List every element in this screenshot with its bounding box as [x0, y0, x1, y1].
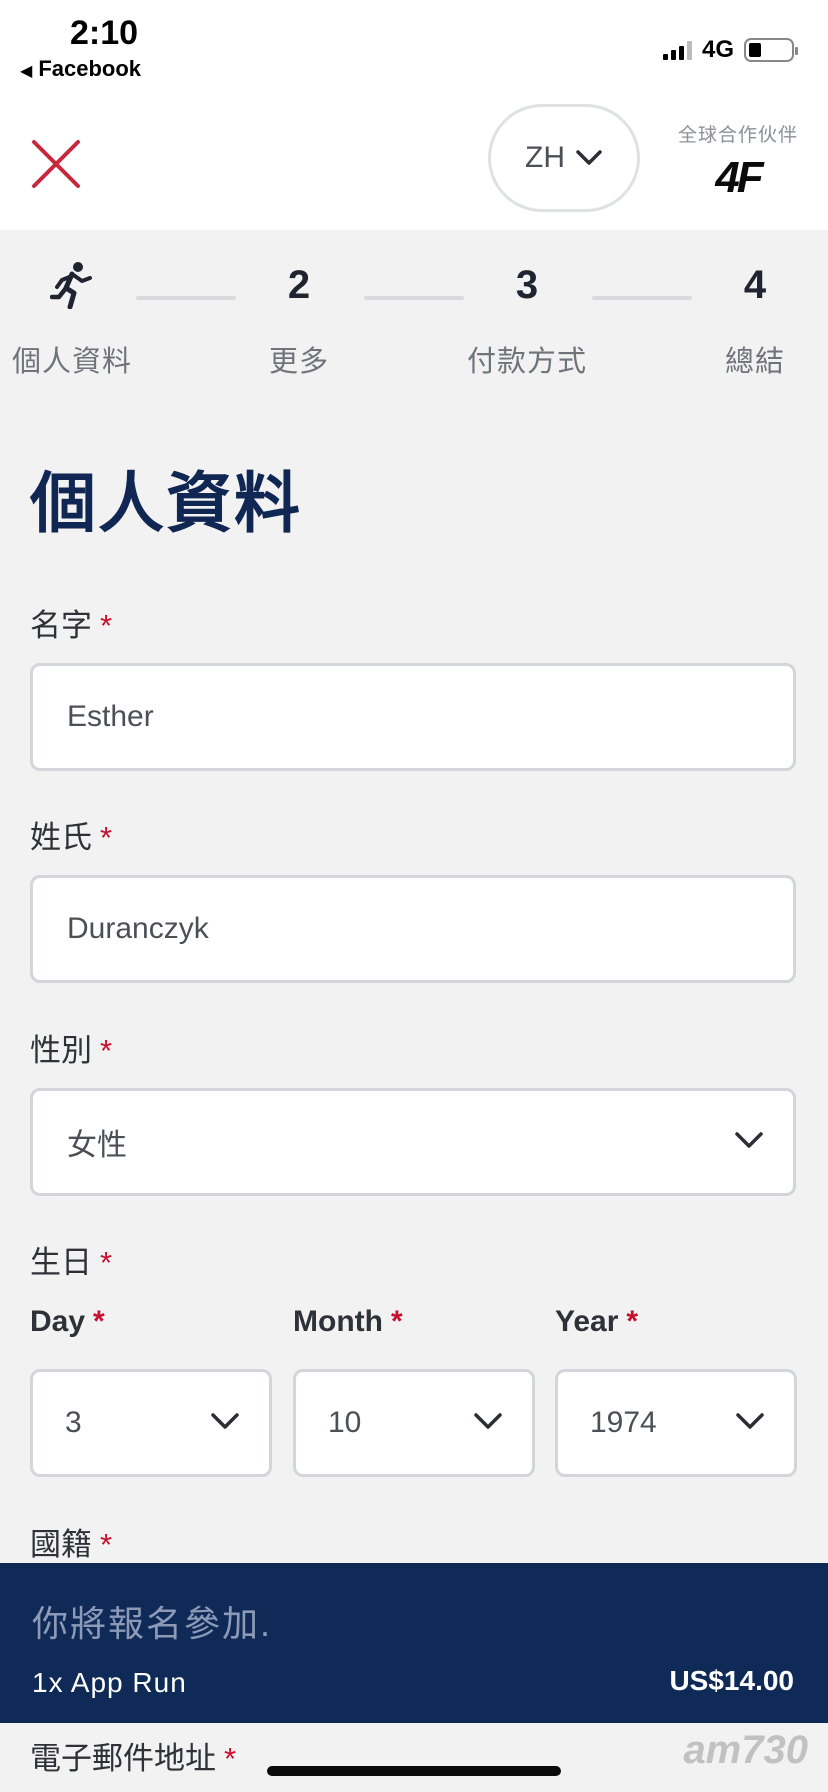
close-icon [32, 140, 80, 188]
progress-stepper: 個人資料 2 更多 3 付款方式 4 總結 [0, 230, 828, 400]
day-label: Day * [30, 1305, 105, 1338]
partner-logo: 4F [715, 153, 763, 202]
step-number: 4 [743, 262, 767, 307]
month-select[interactable]: 10 [293, 1369, 535, 1477]
summary-item: 1x App Run [32, 1667, 187, 1698]
status-indicators: 4G [662, 36, 798, 64]
step-number: 2 [287, 262, 311, 307]
header: ZH 全球合作伙伴 4F [0, 88, 828, 230]
summary-price: US$14.00 [669, 1665, 794, 1696]
chevron-down-icon [211, 1413, 239, 1429]
chevron-down-icon [474, 1413, 502, 1429]
required-mark: * [100, 1527, 113, 1562]
month-value: 10 [328, 1406, 362, 1439]
last-name-label: 姓氏 * [30, 820, 113, 855]
email-label: 電子郵件地址 * [30, 1741, 237, 1776]
back-app-label: Facebook [38, 56, 142, 81]
step-payment[interactable]: 3 付款方式 [447, 260, 607, 380]
page-title: 個人資料 [30, 466, 302, 540]
status-time: 2:10 [70, 14, 139, 52]
gender-value: 女性 [67, 1129, 127, 1162]
required-mark: * [626, 1305, 639, 1338]
step-personal[interactable]: 個人資料 [0, 260, 152, 380]
step-number: 3 [515, 262, 539, 307]
required-mark: * [93, 1305, 105, 1338]
step-more[interactable]: 2 更多 [219, 260, 379, 380]
required-mark: * [100, 608, 113, 643]
language-selector[interactable]: ZH [488, 104, 640, 212]
battery-icon [744, 38, 798, 62]
month-label: Month * [293, 1305, 403, 1338]
status-bar: 2:10 ◀ Facebook 4G [0, 0, 828, 88]
partner-block: 全球合作伙伴 4F [678, 120, 798, 203]
registration-summary-bar[interactable]: 你將報名參加. 1x App Run US$14.00 [0, 1563, 828, 1723]
last-name-value: Duranczyk [67, 912, 209, 945]
language-label: ZH [525, 141, 565, 174]
first-name-value: Esther [67, 700, 154, 733]
last-name-field[interactable]: Duranczyk [30, 875, 796, 983]
close-button[interactable] [30, 138, 82, 190]
year-value: 1974 [590, 1406, 657, 1439]
gender-label: 性別 * [30, 1033, 113, 1068]
first-name-field[interactable]: Esther [30, 663, 796, 771]
step-label: 總結 [724, 346, 785, 378]
required-mark: * [100, 1245, 113, 1280]
home-indicator[interactable] [267, 1766, 561, 1776]
year-label: Year * [555, 1305, 639, 1338]
step-label: 更多 [268, 346, 329, 378]
partner-label: 全球合作伙伴 [677, 125, 798, 146]
runner-icon [0, 260, 152, 310]
gender-select[interactable]: 女性 [30, 1088, 796, 1196]
network-label: 4G [701, 36, 734, 63]
required-mark: * [100, 820, 113, 855]
first-name-label: 名字 * [30, 608, 113, 643]
day-value: 3 [65, 1406, 82, 1439]
chevron-down-icon [576, 150, 602, 165]
back-triangle-icon: ◀ [20, 63, 33, 80]
back-to-app-link[interactable]: ◀ Facebook [20, 56, 141, 82]
day-select[interactable]: 3 [30, 1369, 272, 1477]
required-mark: * [390, 1305, 403, 1338]
required-mark: * [224, 1741, 237, 1776]
watermark-logo: am730 [683, 1728, 808, 1772]
step-label: 付款方式 [466, 346, 587, 378]
nationality-label: 國籍 * [30, 1527, 113, 1562]
required-mark: * [100, 1033, 113, 1068]
chevron-down-icon [735, 1132, 763, 1148]
summary-title: 你將報名參加. [32, 1603, 273, 1644]
step-label: 個人資料 [11, 346, 132, 378]
step-summary[interactable]: 4 總結 [675, 260, 828, 380]
signal-icon [662, 40, 692, 60]
year-select[interactable]: 1974 [555, 1369, 797, 1477]
chevron-down-icon [736, 1413, 764, 1429]
birthday-label: 生日 * [30, 1245, 113, 1280]
